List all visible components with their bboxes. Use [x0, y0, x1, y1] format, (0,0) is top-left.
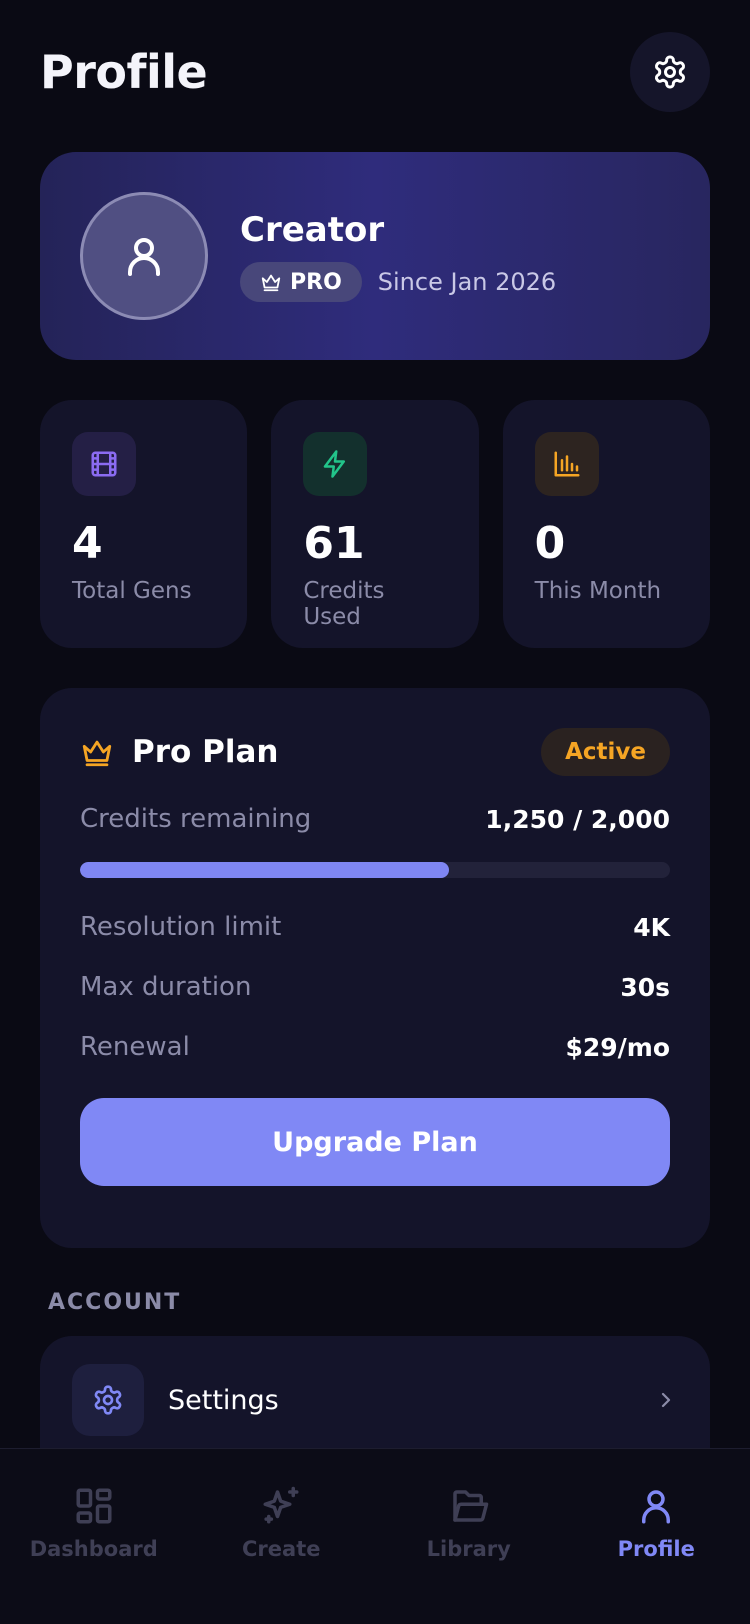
stat-icon-box — [534, 432, 599, 496]
plan-card: Pro Plan Active Credits remaining 1,250 … — [40, 688, 710, 1248]
stat-value: 4 — [72, 518, 103, 569]
row-value: 30s — [620, 972, 670, 1002]
nav-label: Library — [426, 1537, 511, 1561]
stat-card-this-month[interactable]: 0 This Month — [502, 400, 710, 648]
member-since: Since Jan 2026 — [377, 268, 557, 296]
stat-label: This Month — [534, 578, 662, 605]
crown-icon — [261, 274, 281, 292]
settings-button[interactable] — [630, 32, 710, 112]
plan-row-duration: Max duration 30s — [80, 972, 670, 1002]
film-icon — [91, 451, 117, 477]
stat-value: 0 — [534, 518, 566, 569]
nav-item-library[interactable]: Library — [375, 1449, 563, 1624]
row-value: 4K — [633, 912, 670, 942]
stats-row: 4 Total Gens 61 Credits Used 0 This Mont… — [40, 400, 710, 648]
bottom-nav: Dashboard Create Library Profile — [0, 1448, 750, 1624]
nav-label: Dashboard — [29, 1537, 158, 1561]
profile-screen: Profile Creator PRO Since Jan 2026 4 Tot… — [0, 0, 750, 1624]
stat-card-total-gens[interactable]: 4 Total Gens — [40, 400, 248, 648]
crown-icon — [82, 740, 112, 767]
gear-icon — [94, 1385, 122, 1415]
lightning-icon — [324, 450, 346, 478]
profile-card: Creator PRO Since Jan 2026 — [40, 152, 710, 360]
upgrade-plan-button[interactable]: Upgrade Plan — [80, 1098, 670, 1186]
credits-label: Credits remaining — [80, 804, 312, 834]
dashboard-icon — [76, 1488, 112, 1524]
stat-icon-box — [303, 432, 368, 496]
account-section-heading: ACCOUNT — [48, 1290, 182, 1315]
sparkle-icon — [263, 1486, 299, 1524]
bar-chart-icon — [554, 451, 580, 477]
nav-label: Profile — [617, 1537, 695, 1561]
stat-card-credits-used[interactable]: 61 Credits Used — [271, 400, 479, 648]
nav-label: Create — [242, 1537, 321, 1561]
plan-row-resolution: Resolution limit 4K — [80, 912, 670, 942]
plan-title: Pro Plan — [132, 734, 279, 770]
page-title: Profile — [40, 45, 208, 99]
chevron-right-icon — [661, 1392, 671, 1408]
stat-icon-box — [72, 432, 136, 496]
credits-progress-fill — [80, 862, 449, 878]
credits-value: 1,250 / 2,000 — [485, 804, 670, 834]
credits-progress-bar — [80, 862, 670, 878]
account-item-settings[interactable]: Settings — [40, 1336, 710, 1464]
row-value: $29/mo — [565, 1032, 670, 1062]
row-label: Max duration — [80, 972, 252, 1002]
folder-icon — [453, 1490, 488, 1522]
status-badge: Active — [541, 728, 670, 776]
avatar[interactable] — [80, 192, 208, 320]
row-label: Renewal — [80, 1032, 190, 1062]
credits-row: Credits remaining 1,250 / 2,000 — [80, 804, 670, 834]
row-label: Resolution limit — [80, 912, 282, 942]
plan-row-renewal: Renewal $29/mo — [80, 1032, 670, 1062]
plan-title-wrap: Pro Plan — [80, 734, 278, 770]
header: Profile — [40, 32, 710, 112]
nav-item-create[interactable]: Create — [188, 1449, 376, 1624]
profile-info: Creator PRO Since Jan 2026 — [240, 210, 556, 302]
account-icon-box — [72, 1364, 144, 1436]
account-item-label: Settings — [168, 1384, 279, 1416]
profile-name: Creator — [240, 210, 385, 250]
profile-meta: PRO Since Jan 2026 — [240, 262, 556, 302]
user-icon — [642, 1490, 671, 1524]
gear-icon — [655, 55, 685, 89]
nav-item-dashboard[interactable]: Dashboard — [0, 1449, 188, 1624]
nav-item-profile[interactable]: Profile — [563, 1449, 750, 1624]
pro-badge-label: PRO — [290, 269, 342, 295]
pro-badge: PRO — [240, 262, 362, 302]
stat-value: 61 — [303, 518, 365, 569]
stat-label: Credits Used — [303, 578, 385, 631]
stat-label: Total Gens — [72, 578, 192, 605]
plan-header: Pro Plan Active — [80, 728, 670, 776]
user-icon — [128, 238, 160, 276]
